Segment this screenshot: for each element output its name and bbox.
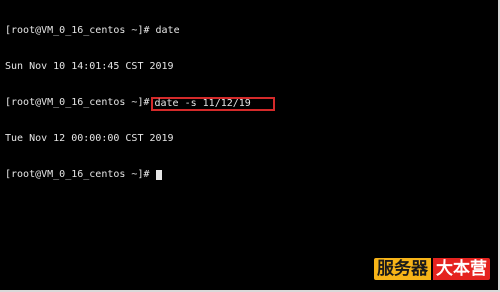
terminal-cursor[interactable]: [155, 170, 162, 180]
terminal-line-3: [root@VM_0_16_centos ~]# date -s 11/12/19: [5, 97, 494, 111]
terminal-line-1: [root@VM_0_16_centos ~]# date: [5, 25, 494, 37]
terminal-line-2: Sun Nov 10 14:01:45 CST 2019: [5, 61, 494, 73]
shell-prompt: [root@VM_0_16_centos ~]#: [5, 169, 156, 180]
terminal-line-5[interactable]: [root@VM_0_16_centos ~]#: [5, 169, 494, 181]
command-output: Tue Nov 12 00:00:00 CST 2019: [5, 133, 174, 144]
watermark-logo: 服务器 大本营: [374, 258, 490, 280]
terminal-window[interactable]: [root@VM_0_16_centos ~]# date Sun Nov 10…: [0, 0, 500, 292]
terminal-output: [root@VM_0_16_centos ~]# date Sun Nov 10…: [5, 1, 494, 205]
shell-prompt: [root@VM_0_16_centos ~]#: [5, 97, 150, 108]
typed-command: date: [155, 25, 180, 36]
command-output: Sun Nov 10 14:01:45 CST 2019: [5, 61, 174, 72]
terminal-line-4: Tue Nov 12 00:00:00 CST 2019: [5, 133, 494, 145]
shell-prompt: [root@VM_0_16_centos ~]#: [5, 25, 156, 36]
watermark-right-text: 大本营: [433, 258, 490, 280]
watermark-left-text: 服务器: [374, 258, 431, 280]
highlighted-command: date -s 11/12/19: [150, 97, 275, 111]
